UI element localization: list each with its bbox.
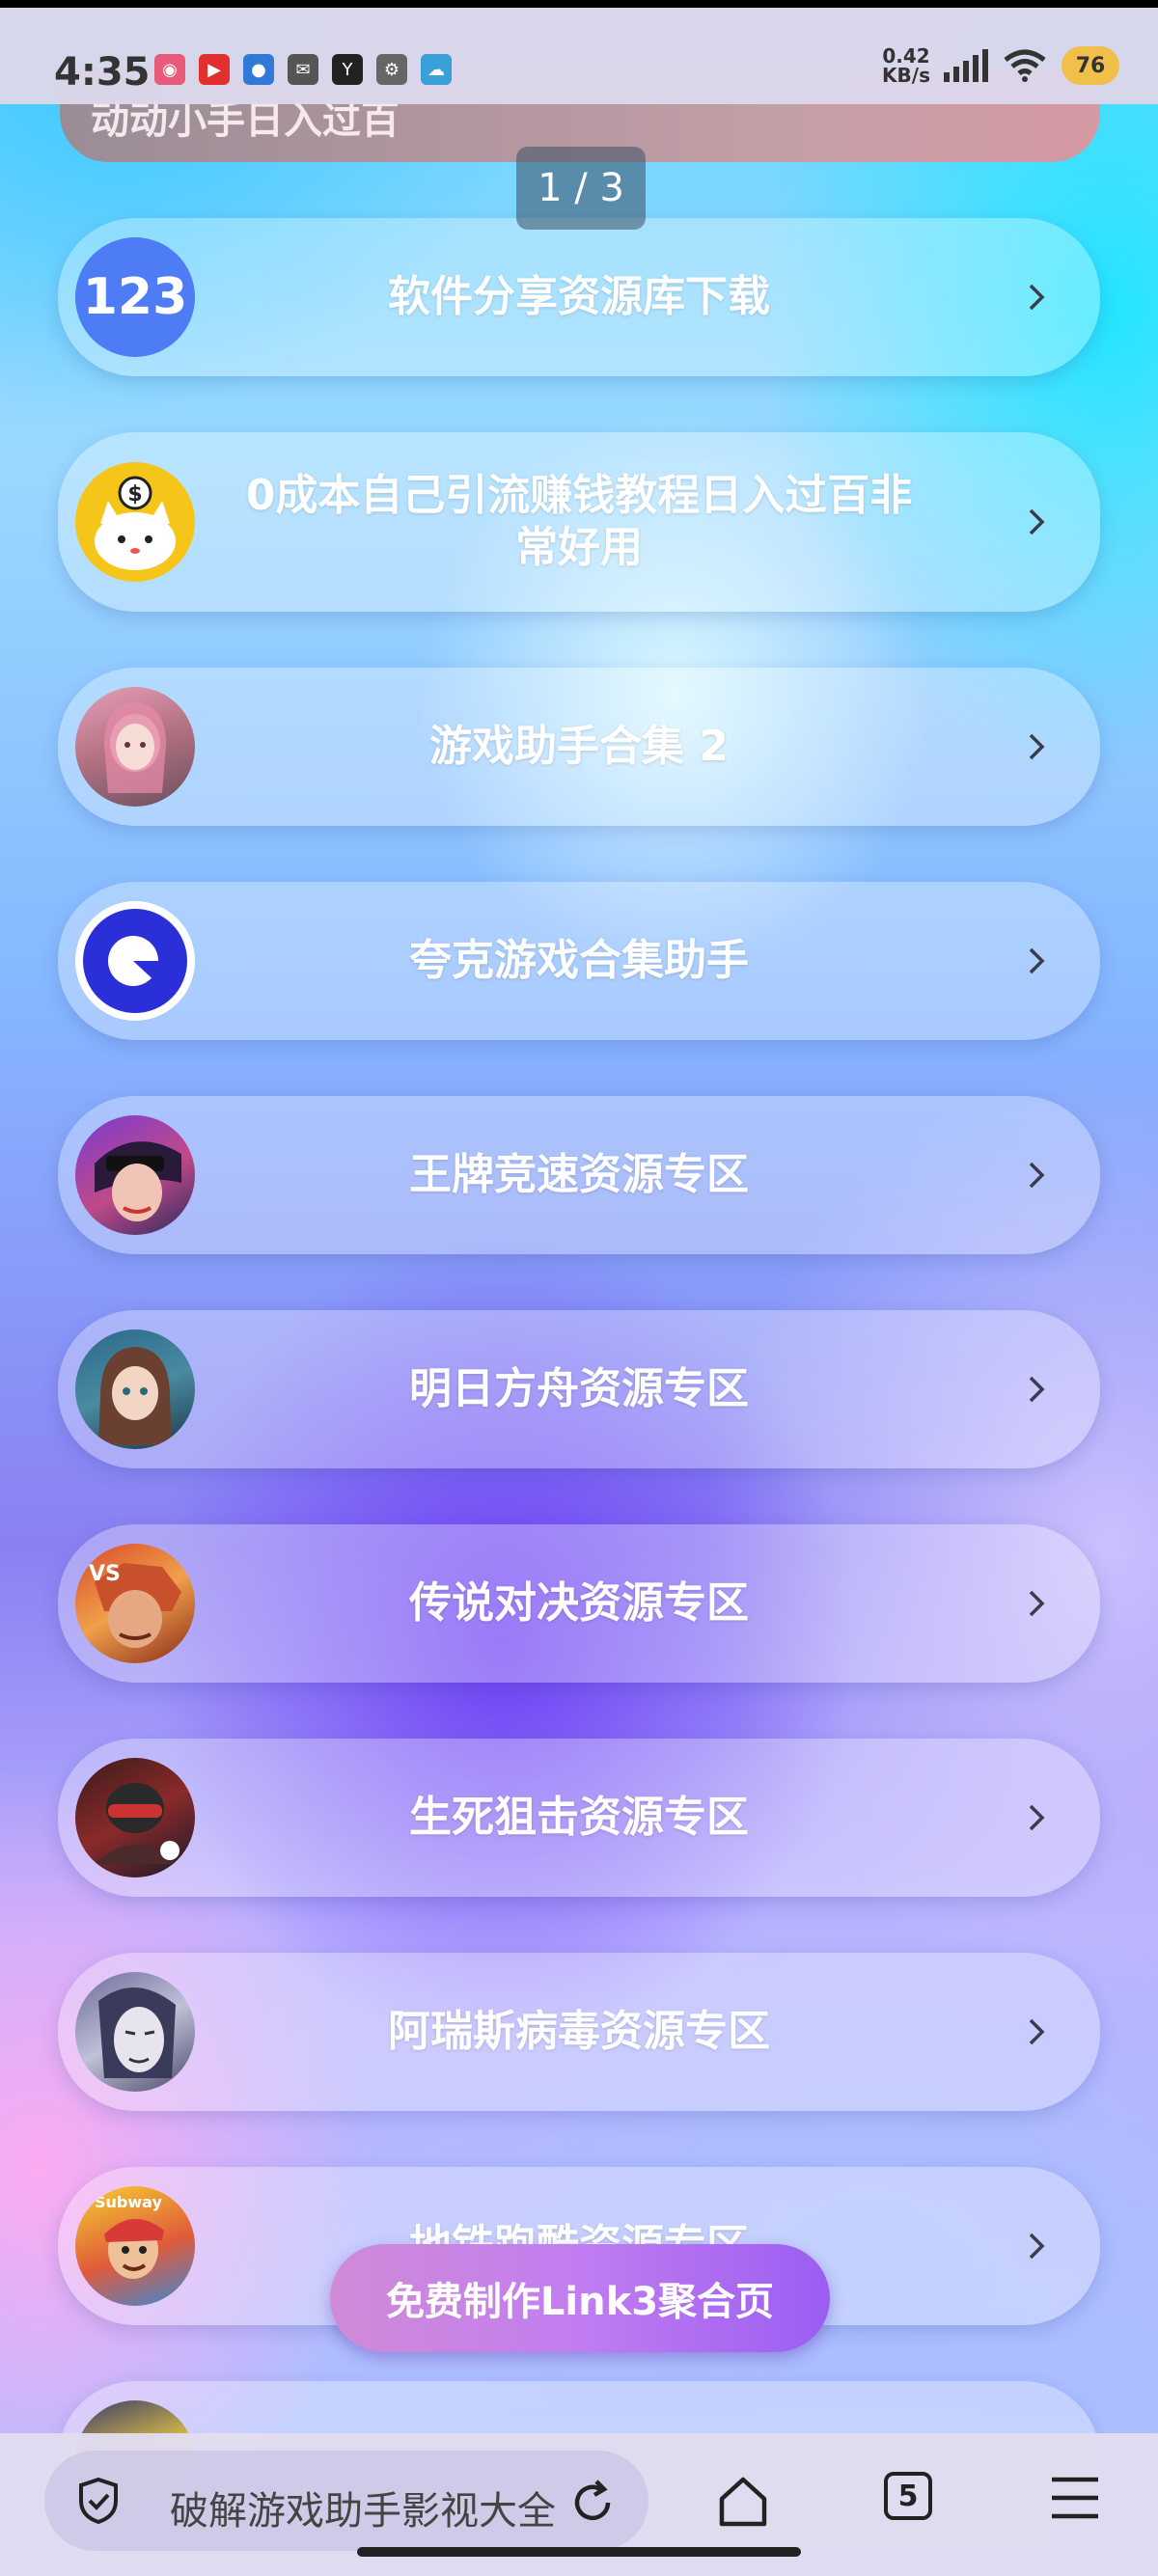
chevron-right-icon: [1029, 733, 1045, 760]
link-card-ares-virus[interactable]: 阿瑞斯病毒资源专区: [58, 1953, 1100, 2111]
status-time: 4:35: [54, 50, 151, 95]
app-notification-icon: ◉: [154, 54, 185, 85]
chevron-right-icon: [1029, 1376, 1045, 1403]
home-icon[interactable]: [714, 2472, 772, 2530]
tabs-button[interactable]: 5: [884, 2472, 932, 2520]
link-card-title: 夸克游戏合集助手: [409, 936, 749, 985]
link-card-title: 阿瑞斯病毒资源专区: [388, 2007, 770, 2056]
link-card-title: 生死狙击资源专区: [409, 1793, 749, 1842]
create-link3-page-button[interactable]: 免费制作Link3聚合页: [330, 2244, 830, 2352]
chevron-right-icon: [1029, 1804, 1045, 1831]
link-card-software-share[interactable]: 123 软件分享资源库下载: [58, 218, 1100, 376]
racer-girl-icon: [95, 1141, 181, 1221]
reload-icon[interactable]: [565, 2476, 620, 2530]
chevron-right-icon: [1029, 1590, 1045, 1617]
link-card-title: 王牌竞速资源专区: [409, 1150, 749, 1199]
svg-text:VS: VS: [89, 1562, 121, 1586]
avatar-ares-virus: [75, 1972, 195, 2092]
chevron-right-icon: [1029, 947, 1045, 974]
link-card-title: 明日方舟资源专区: [409, 1364, 749, 1413]
avatar-anime-girl: [75, 687, 195, 807]
avatar-123: 123: [75, 237, 195, 357]
avatar-aov-hero: VS: [75, 1544, 195, 1663]
avatar-arknights: [75, 1329, 195, 1449]
network-speed-unit: KB/s: [882, 64, 930, 87]
aov-hero-icon: VS: [89, 1562, 181, 1648]
subway-badge-text: Subway: [95, 2193, 162, 2211]
link-card-sniper[interactable]: 生死狙击资源专区: [58, 1739, 1100, 1897]
link-card-ace-racer[interactable]: 王牌竞速资源专区: [58, 1096, 1100, 1254]
app-y-icon: Y: [332, 54, 363, 85]
chevron-right-icon: [1029, 508, 1045, 535]
avatar-subway: Subway: [75, 2186, 195, 2306]
link-card-title: 传说对决资源专区: [409, 1578, 749, 1628]
subway-surfers-icon: Subway: [95, 2193, 164, 2279]
anime-girl-icon: [104, 702, 166, 793]
message-icon: ●: [243, 54, 274, 85]
link-card-arena-of-valor[interactable]: VS 传说对决资源专区: [58, 1524, 1100, 1683]
wifi-icon: [1004, 49, 1046, 82]
chevron-right-icon: [1029, 2233, 1045, 2260]
notification-icons: ◉ ▶ ● ✉ Y ⚙ ☁: [154, 54, 452, 85]
home-indicator[interactable]: [357, 2547, 801, 2557]
link-card-zero-cost-tutorial[interactable]: $ 0成本自己引流赚钱教程日入过百非常好用: [58, 432, 1100, 612]
avatar-racer-girl: [75, 1115, 195, 1235]
svg-text:$: $: [127, 482, 142, 507]
quark-logo-icon: [83, 909, 187, 1013]
link-card-arknights[interactable]: 明日方舟资源专区: [58, 1310, 1100, 1468]
link-card-quark-games[interactable]: 夸克游戏合集助手: [58, 882, 1100, 1040]
network-speed: 0.42 KB/s: [882, 46, 930, 85]
network-speed-value: 0.42: [882, 44, 930, 68]
avatar-123-text: 123: [82, 268, 188, 326]
address-bar-text: 破解游戏助手影视大全: [170, 2489, 556, 2534]
ares-virus-face-icon: [98, 1987, 176, 2078]
settings-icon: ⚙: [376, 54, 407, 85]
lucky-cat-icon: $: [95, 476, 176, 570]
sniper-soldier-icon: [95, 1783, 179, 1864]
chevron-right-icon: [1029, 1162, 1045, 1189]
status-bar: 4:35 ◉ ▶ ● ✉ Y ⚙ ☁ 0.42 KB/s 76: [0, 0, 1158, 104]
avatar-quark: [75, 901, 195, 1021]
avatar-sniper: [75, 1758, 195, 1877]
chevron-right-icon: [1029, 2018, 1045, 2045]
mail-icon: ✉: [288, 54, 318, 85]
page-indicator: 1 / 3: [516, 147, 646, 230]
video-app-icon: ▶: [199, 54, 230, 85]
chevron-right-icon: [1029, 284, 1045, 311]
link-card-title: 0成本自己引流赚钱教程日入过百非常好用: [245, 471, 913, 572]
avatar-lucky-cat: $: [75, 462, 195, 582]
link-card-title: 软件分享资源库下载: [388, 272, 770, 321]
menu-icon[interactable]: [1048, 2474, 1102, 2522]
status-right: 0.42 KB/s 76: [882, 46, 1119, 85]
shield-check-icon: [79, 2477, 118, 2525]
signal-icon: [944, 49, 988, 82]
address-bar[interactable]: 破解游戏助手影视大全: [44, 2451, 648, 2551]
link-card-title: 游戏助手合集 2: [429, 722, 729, 771]
browser-icon: ☁: [421, 54, 452, 85]
arknights-girl-icon: [98, 1347, 172, 1445]
battery-icon: 76: [1062, 46, 1119, 85]
link-card-game-helper-2[interactable]: 游戏助手合集 2: [58, 668, 1100, 826]
